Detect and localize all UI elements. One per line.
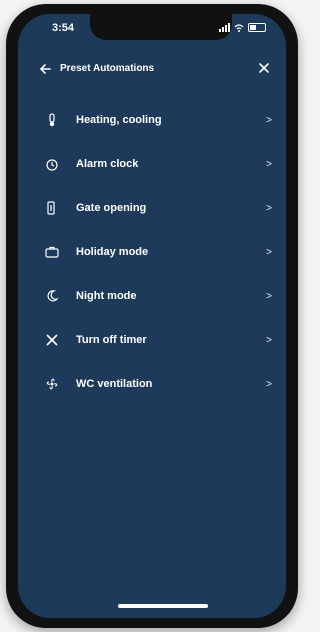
- list-item-label: Gate opening: [76, 202, 147, 214]
- alarm-clock-icon: [44, 156, 60, 172]
- chevron-right-icon: >: [266, 334, 272, 346]
- fan-icon: [44, 376, 60, 392]
- signal-icon: [219, 23, 230, 32]
- chevron-right-icon: >: [266, 202, 272, 214]
- list-item-label: Alarm clock: [76, 158, 139, 170]
- list-item-label: Holiday mode: [76, 246, 149, 258]
- gate-icon: [44, 200, 60, 216]
- list-item-turn-off-timer[interactable]: Turn off timer >: [18, 318, 286, 362]
- list-item-label: Turn off timer: [76, 334, 147, 346]
- timer-off-icon: [44, 332, 60, 348]
- close-icon[interactable]: [256, 61, 272, 77]
- app-screen: 3:54 Preset Automations Heating, cooling…: [18, 14, 286, 618]
- chevron-right-icon: >: [266, 114, 272, 126]
- chevron-right-icon: >: [266, 158, 272, 170]
- list-item-label: Heating, cooling: [76, 114, 162, 126]
- list-item-wc-ventilation[interactable]: WC ventilation >: [18, 362, 286, 406]
- chevron-right-icon: >: [266, 378, 272, 390]
- wifi-icon: [234, 23, 244, 32]
- top-bar: Preset Automations: [18, 54, 286, 86]
- list-item-night-mode[interactable]: Night mode >: [18, 274, 286, 318]
- thermometer-icon: [44, 112, 60, 128]
- chevron-right-icon: >: [266, 290, 272, 302]
- list-item-label: WC ventilation: [76, 378, 153, 390]
- list-item-holiday-mode[interactable]: Holiday mode >: [18, 230, 286, 274]
- list-item-label: Night mode: [76, 290, 137, 302]
- list-item-alarm-clock[interactable]: Alarm clock >: [18, 142, 286, 186]
- moon-icon: [44, 288, 60, 304]
- back-arrow-icon[interactable]: [38, 62, 54, 78]
- status-time: 3:54: [52, 22, 75, 34]
- home-indicator[interactable]: [118, 604, 208, 608]
- suitcase-icon: [44, 244, 60, 260]
- chevron-right-icon: >: [266, 246, 272, 258]
- page-title: Preset Automations: [60, 63, 155, 74]
- phone-frame: 3:54 Preset Automations Heating, cooling…: [6, 4, 298, 628]
- status-indicators: [219, 23, 266, 32]
- list-item-heating-cooling[interactable]: Heating, cooling >: [18, 98, 286, 142]
- phone-notch: [90, 14, 232, 40]
- automation-list: Heating, cooling > Alarm clock > Gate op…: [18, 98, 286, 406]
- list-item-gate-opening[interactable]: Gate opening >: [18, 186, 286, 230]
- battery-icon: [248, 23, 266, 32]
